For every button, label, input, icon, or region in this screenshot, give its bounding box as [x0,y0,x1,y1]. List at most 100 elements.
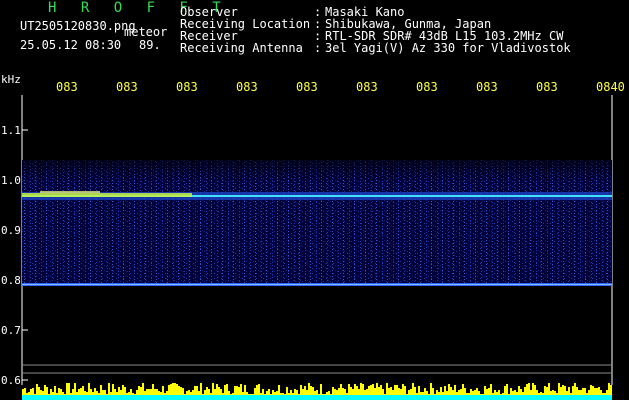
activity-bar [236,395,238,400]
activity-bar [416,395,418,400]
activity-bar [456,395,458,400]
activity-bar [426,395,428,400]
activity-bar [116,395,118,400]
activity-bar [378,395,380,400]
activity-bar [450,395,452,400]
activity-bar [550,395,552,400]
y-tick-label: 1.1 [1,124,21,137]
activity-bar [482,395,484,400]
activity-bar [484,395,486,400]
x-tick-label: 083 [476,80,498,94]
activity-bar [62,395,64,400]
file-name: UT2505120830.png [20,19,136,33]
activity-bar [210,395,212,400]
activity-bar [476,395,478,400]
meteor-label: meteor [124,25,168,39]
meteor-count: 89. [139,38,161,52]
activity-bar [290,395,292,400]
activity-bar [36,395,38,400]
activity-bar [520,395,522,400]
activity-bar [120,395,122,400]
activity-bar [286,395,288,400]
activity-bar [166,395,168,400]
activity-bar [600,395,602,400]
activity-bar [446,395,448,400]
antenna-colon: : [314,41,322,55]
activity-bar [198,395,200,400]
activity-bar [478,395,480,400]
activity-bar [52,395,54,400]
activity-bar [138,395,140,400]
activity-bar [90,395,92,400]
activity-bar [160,395,162,400]
activity-bar [516,395,518,400]
activity-bar [364,395,366,400]
activity-bar [510,395,512,400]
spectrogram [21,95,613,400]
activity-bar [428,395,430,400]
activity-bar [578,395,580,400]
activity-bar [354,395,356,400]
antenna-label: Receiving Antenna [180,41,303,55]
meteor-echo [22,193,192,197]
activity-bar [376,395,378,400]
activity-bar [148,395,150,400]
lower-line-core [22,284,612,285]
activity-bar [316,395,318,400]
activity-bar [494,395,496,400]
activity-bar [154,395,156,400]
activity-bar [274,395,276,400]
activity-bar [304,395,306,400]
activity-bar [386,395,388,400]
activity-bar [402,395,404,400]
activity-bar [368,395,370,400]
activity-bar [490,395,492,400]
activity-bar [596,395,598,400]
activity-bar [514,395,516,400]
activity-bar [60,395,62,400]
activity-bar [172,395,174,400]
activity-bar [216,395,218,400]
activity-bar [392,395,394,400]
activity-bar [470,395,472,400]
activity-bar [608,395,610,400]
activity-bar [592,395,594,400]
activity-bar [276,395,278,400]
activity-bar [266,395,268,400]
activity-bar [552,395,554,400]
activity-bar [504,395,506,400]
activity-bar [554,395,556,400]
activity-bar [546,395,548,400]
activity-bar [414,395,416,400]
activity-bar [130,395,132,400]
activity-bar [370,395,372,400]
activity-bar [42,395,44,400]
activity-bar [70,395,72,400]
activity-bar [544,395,546,400]
activity-bar [272,395,274,400]
activity-bar [180,395,182,400]
activity-bar [178,395,180,400]
activity-bar [420,395,422,400]
activity-bar [56,395,58,400]
activity-bar [324,395,326,400]
activity-bar [306,395,308,400]
activity-bar [348,395,350,400]
activity-bar [192,395,194,400]
activity-bar [382,395,384,400]
activity-bar [598,395,600,400]
activity-bar [462,395,464,400]
activity-bar [362,395,364,400]
activity-bar [500,395,502,400]
activity-bar [396,395,398,400]
activity-bar [102,395,104,400]
activity-bar [536,395,538,400]
activity-bar [398,395,400,400]
activity-bar [406,395,408,400]
activity-bar [526,395,528,400]
activity-bar [144,395,146,400]
activity-bar [332,395,334,400]
activity-bar [436,395,438,400]
activity-bar [200,395,202,400]
x-tick-label: 083 [176,80,198,94]
